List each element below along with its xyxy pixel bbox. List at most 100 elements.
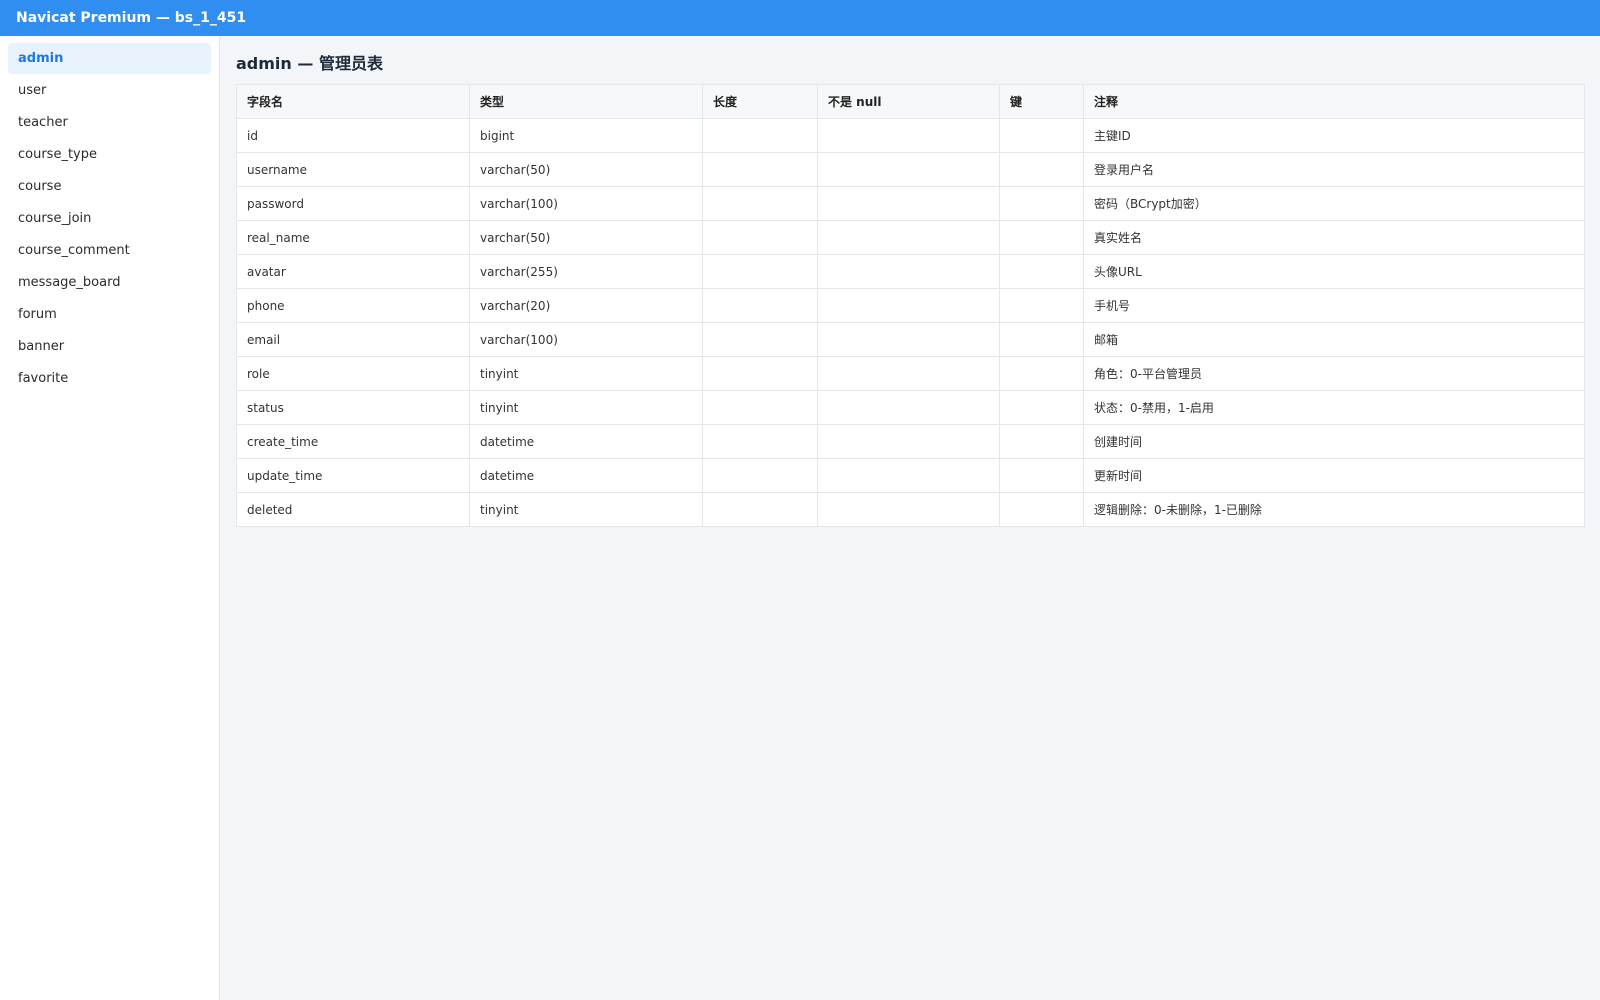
- cell-key[interactable]: [999, 288, 1084, 323]
- cell-not-null[interactable]: [817, 390, 1000, 425]
- cell-field-name[interactable]: username: [236, 152, 470, 187]
- cell-length[interactable]: [702, 322, 818, 357]
- cell-field-name[interactable]: real_name: [236, 220, 470, 255]
- cell-length[interactable]: [702, 220, 818, 255]
- cell-not-null[interactable]: [817, 322, 1000, 357]
- cell-comment[interactable]: 逻辑删除：0-未删除，1-已删除: [1083, 492, 1585, 527]
- cell-key[interactable]: [999, 118, 1084, 153]
- column-header-type[interactable]: 类型: [469, 84, 703, 119]
- cell-field-name[interactable]: password: [236, 186, 470, 221]
- cell-length[interactable]: [702, 186, 818, 221]
- cell-comment[interactable]: 真实姓名: [1083, 220, 1585, 255]
- cell-key[interactable]: [999, 390, 1084, 425]
- cell-type[interactable]: tinyint: [469, 492, 703, 527]
- cell-not-null[interactable]: [817, 458, 1000, 493]
- cell-type[interactable]: varchar(50): [469, 220, 703, 255]
- table-row[interactable]: status tinyint 状态：0-禁用，1-启用: [236, 390, 1585, 425]
- cell-field-name[interactable]: id: [236, 118, 470, 153]
- cell-comment[interactable]: 状态：0-禁用，1-启用: [1083, 390, 1585, 425]
- cell-not-null[interactable]: [817, 186, 1000, 221]
- sidebar-item-user[interactable]: user: [8, 75, 211, 106]
- sidebar-item-teacher[interactable]: teacher: [8, 107, 211, 138]
- cell-field-name[interactable]: create_time: [236, 424, 470, 459]
- sidebar-item-banner[interactable]: banner: [8, 331, 211, 362]
- table-row[interactable]: username varchar(50) 登录用户名: [236, 152, 1585, 187]
- cell-field-name[interactable]: deleted: [236, 492, 470, 527]
- cell-type[interactable]: varchar(255): [469, 254, 703, 289]
- cell-not-null[interactable]: [817, 288, 1000, 323]
- cell-key[interactable]: [999, 424, 1084, 459]
- cell-length[interactable]: [702, 152, 818, 187]
- sidebar-item-course[interactable]: course: [8, 171, 211, 202]
- column-header-length[interactable]: 长度: [702, 84, 818, 119]
- cell-length[interactable]: [702, 458, 818, 493]
- cell-field-name[interactable]: status: [236, 390, 470, 425]
- table-row[interactable]: email varchar(100) 邮箱: [236, 322, 1585, 357]
- table-row[interactable]: avatar varchar(255) 头像URL: [236, 254, 1585, 289]
- cell-field-name[interactable]: avatar: [236, 254, 470, 289]
- cell-length[interactable]: [702, 356, 818, 391]
- cell-key[interactable]: [999, 186, 1084, 221]
- sidebar-item-course-comment[interactable]: course_comment: [8, 235, 211, 266]
- table-row[interactable]: real_name varchar(50) 真实姓名: [236, 220, 1585, 255]
- sidebar-item-forum[interactable]: forum: [8, 299, 211, 330]
- cell-comment[interactable]: 更新时间: [1083, 458, 1585, 493]
- cell-key[interactable]: [999, 152, 1084, 187]
- table-row[interactable]: update_time datetime 更新时间: [236, 458, 1585, 493]
- sidebar-item-course-join[interactable]: course_join: [8, 203, 211, 234]
- cell-type[interactable]: datetime: [469, 458, 703, 493]
- cell-length[interactable]: [702, 254, 818, 289]
- table-row[interactable]: role tinyint 角色：0-平台管理员: [236, 356, 1585, 391]
- cell-length[interactable]: [702, 424, 818, 459]
- cell-not-null[interactable]: [817, 220, 1000, 255]
- cell-type[interactable]: tinyint: [469, 390, 703, 425]
- cell-field-name[interactable]: role: [236, 356, 470, 391]
- cell-key[interactable]: [999, 322, 1084, 357]
- cell-comment[interactable]: 头像URL: [1083, 254, 1585, 289]
- cell-not-null[interactable]: [817, 356, 1000, 391]
- cell-comment[interactable]: 角色：0-平台管理员: [1083, 356, 1585, 391]
- cell-comment[interactable]: 手机号: [1083, 288, 1585, 323]
- cell-length[interactable]: [702, 492, 818, 527]
- table-row[interactable]: password varchar(100) 密码（BCrypt加密）: [236, 186, 1585, 221]
- cell-not-null[interactable]: [817, 152, 1000, 187]
- table-row[interactable]: id bigint 主键ID: [236, 118, 1585, 153]
- cell-type[interactable]: varchar(20): [469, 288, 703, 323]
- cell-key[interactable]: [999, 458, 1084, 493]
- cell-type[interactable]: varchar(100): [469, 186, 703, 221]
- cell-type[interactable]: bigint: [469, 118, 703, 153]
- sidebar-item-course-type[interactable]: course_type: [8, 139, 211, 170]
- cell-comment[interactable]: 密码（BCrypt加密）: [1083, 186, 1585, 221]
- cell-comment[interactable]: 登录用户名: [1083, 152, 1585, 187]
- cell-field-name[interactable]: update_time: [236, 458, 470, 493]
- table-row[interactable]: create_time datetime 创建时间: [236, 424, 1585, 459]
- cell-length[interactable]: [702, 288, 818, 323]
- cell-type[interactable]: varchar(100): [469, 322, 703, 357]
- cell-key[interactable]: [999, 220, 1084, 255]
- cell-type[interactable]: tinyint: [469, 356, 703, 391]
- cell-key[interactable]: [999, 254, 1084, 289]
- cell-length[interactable]: [702, 390, 818, 425]
- column-header-field-name[interactable]: 字段名: [236, 84, 470, 119]
- cell-length[interactable]: [702, 118, 818, 153]
- cell-not-null[interactable]: [817, 118, 1000, 153]
- sidebar-item-admin[interactable]: admin: [8, 43, 211, 74]
- column-header-not-null[interactable]: 不是 null: [817, 84, 1000, 119]
- cell-type[interactable]: datetime: [469, 424, 703, 459]
- cell-type[interactable]: varchar(50): [469, 152, 703, 187]
- cell-field-name[interactable]: email: [236, 322, 470, 357]
- column-header-comment[interactable]: 注释: [1083, 84, 1585, 119]
- cell-not-null[interactable]: [817, 424, 1000, 459]
- sidebar-item-favorite[interactable]: favorite: [8, 363, 211, 394]
- table-row[interactable]: phone varchar(20) 手机号: [236, 288, 1585, 323]
- sidebar-item-message-board[interactable]: message_board: [8, 267, 211, 298]
- cell-key[interactable]: [999, 356, 1084, 391]
- column-header-key[interactable]: 键: [999, 84, 1084, 119]
- cell-key[interactable]: [999, 492, 1084, 527]
- cell-comment[interactable]: 主键ID: [1083, 118, 1585, 153]
- cell-comment[interactable]: 邮箱: [1083, 322, 1585, 357]
- cell-comment[interactable]: 创建时间: [1083, 424, 1585, 459]
- cell-field-name[interactable]: phone: [236, 288, 470, 323]
- cell-not-null[interactable]: [817, 254, 1000, 289]
- cell-not-null[interactable]: [817, 492, 1000, 527]
